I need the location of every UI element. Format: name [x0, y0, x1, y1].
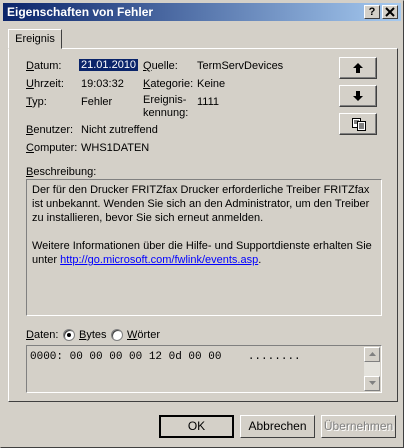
description-paragraph-1: Der für den Drucker FRITZfax Drucker erf… — [32, 184, 370, 224]
tab-ereignis[interactable]: Ereignis — [8, 29, 62, 49]
window-title: Eigenschaften von Fehler — [7, 5, 154, 19]
typ-label: Typ: — [26, 96, 47, 108]
ereigniskennung-label-line1: Ereignis- — [143, 94, 187, 106]
close-icon — [385, 7, 395, 17]
bytes-radio[interactable] — [63, 329, 75, 341]
data-label: Daten: — [26, 329, 59, 341]
data-scrollbar[interactable] — [364, 347, 380, 391]
description-paragraph-2-end: . — [258, 254, 262, 266]
computer-label: Computer: — [26, 142, 78, 154]
properties-dialog: Eigenschaften von Fehler ? Ereignis Datu… — [0, 0, 404, 448]
copy-icon — [352, 118, 366, 131]
apply-button[interactable]: Übernehmen — [321, 415, 396, 438]
cancel-button[interactable]: Abbrechen — [240, 415, 315, 438]
bytes-label[interactable]: Bytes — [79, 329, 107, 341]
title-bar[interactable]: Eigenschaften von Fehler ? — [3, 3, 401, 21]
close-button[interactable] — [382, 5, 398, 19]
copy-button[interactable] — [339, 113, 377, 135]
description-label: Beschreibung: — [26, 166, 97, 178]
chevron-up-icon — [369, 352, 376, 356]
data-box[interactable]: 0000: 00 00 00 00 12 0d 00 00 ........ — [26, 345, 382, 393]
ereigniskennung-label-line2: kennung: — [143, 107, 189, 119]
words-label[interactable]: Wörter — [127, 329, 160, 341]
uhrzeit-value: 19:03:32 — [81, 78, 124, 90]
typ-value: Fehler — [81, 96, 113, 108]
kategorie-label: Kategorie: — [143, 78, 194, 90]
benutzer-value: Nicht zutreffend — [81, 124, 158, 136]
kategorie-value: Keine — [197, 78, 226, 90]
previous-event-button[interactable] — [339, 57, 377, 79]
hex-dump: 0000: 00 00 00 00 12 0d 00 00 ........ — [30, 351, 301, 363]
help-button[interactable]: ? — [364, 5, 380, 19]
benutzer-label: Benutzer: — [26, 124, 74, 136]
datum-label: Datum: — [26, 60, 62, 72]
uhrzeit-label: Uhrzeit: — [26, 78, 64, 90]
scroll-up-button[interactable] — [364, 347, 380, 362]
ok-button[interactable]: OK — [159, 415, 234, 438]
description-paragraph-2: Weitere Informationen über die Hilfe- un… — [32, 239, 376, 267]
computer-value: WHS1DATEN — [81, 142, 150, 154]
scroll-down-button[interactable] — [364, 376, 380, 391]
datum-value[interactable]: 21.01.2010 — [79, 59, 139, 71]
next-event-button[interactable] — [339, 85, 377, 107]
description-box[interactable]: Der für den Drucker FRITZfax Drucker erf… — [26, 179, 382, 316]
ereigniskennung-value: 1111 — [197, 96, 220, 108]
arrow-down-icon — [353, 91, 363, 101]
arrow-up-icon — [353, 63, 363, 73]
help-link[interactable]: http://go.microsoft.com/fwlink/events.as… — [60, 254, 258, 266]
quelle-value: TermServDevices — [197, 60, 284, 72]
quelle-label: Quelle: — [143, 60, 178, 72]
chevron-down-icon — [369, 381, 376, 385]
words-radio[interactable] — [111, 329, 123, 341]
